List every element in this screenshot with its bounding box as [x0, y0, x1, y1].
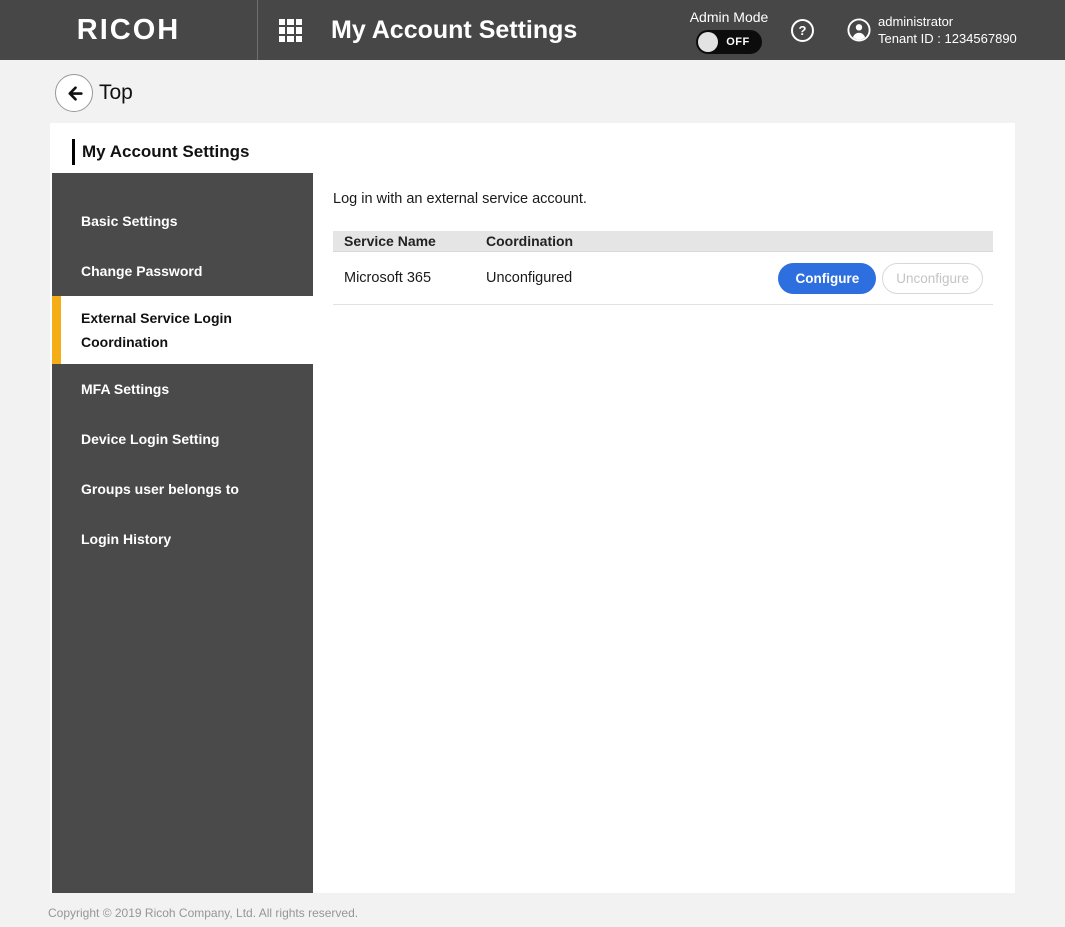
- sidebar-item-device-login-setting[interactable]: Device Login Setting: [52, 414, 313, 464]
- ricoh-logo: RICOH: [0, 0, 257, 60]
- service-name-cell: Microsoft 365: [333, 270, 486, 286]
- configure-button[interactable]: Configure: [778, 263, 876, 294]
- description-text: Log in with an external service account.: [333, 191, 587, 207]
- top-bar: RICOH My Account Settings Admin Mode OFF…: [0, 0, 1065, 60]
- table-header-row: Service Name Coordination: [333, 231, 993, 252]
- app-title: My Account Settings: [331, 0, 577, 60]
- arrow-left-icon: [64, 83, 85, 104]
- row-actions: Configure Unconfigure: [778, 263, 993, 294]
- copyright-text: Copyright © 2019 Ricoh Company, Ltd. All…: [48, 906, 358, 920]
- user-account-icon[interactable]: [847, 18, 871, 42]
- back-label[interactable]: Top: [99, 74, 133, 112]
- unconfigure-button: Unconfigure: [882, 263, 983, 294]
- help-icon[interactable]: ?: [791, 19, 814, 42]
- topbar-divider: [257, 0, 258, 60]
- admin-mode-control: Admin Mode OFF: [679, 8, 779, 54]
- coordination-status-cell: Unconfigured: [486, 270, 778, 286]
- sidebar-item-login-history[interactable]: Login History: [52, 514, 313, 564]
- page: RICOH My Account Settings Admin Mode OFF…: [0, 0, 1065, 927]
- user-name: administrator: [878, 13, 1017, 30]
- admin-mode-label: Admin Mode: [679, 8, 779, 26]
- page-title: My Account Settings: [72, 139, 250, 165]
- sidebar: Basic Settings Change Password External …: [52, 173, 313, 893]
- back-button[interactable]: [55, 74, 93, 112]
- toggle-knob-icon: [698, 32, 718, 52]
- sidebar-item-groups-user-belongs-to[interactable]: Groups user belongs to: [52, 464, 313, 514]
- settings-panel: My Account Settings Basic Settings Chang…: [50, 123, 1015, 893]
- user-info: administrator Tenant ID : 1234567890: [878, 13, 1017, 47]
- admin-mode-toggle[interactable]: OFF: [696, 30, 762, 54]
- sidebar-item-basic-settings[interactable]: Basic Settings: [52, 196, 313, 246]
- app-launcher-icon[interactable]: [279, 19, 302, 42]
- col-header-coordination: Coordination: [486, 233, 993, 249]
- sidebar-item-change-password[interactable]: Change Password: [52, 246, 313, 296]
- services-table: Service Name Coordination Microsoft 365 …: [333, 231, 993, 305]
- col-header-service-name: Service Name: [333, 233, 486, 249]
- table-row: Microsoft 365 Unconfigured Configure Unc…: [333, 252, 993, 305]
- sidebar-item-mfa-settings[interactable]: MFA Settings: [52, 364, 313, 414]
- sidebar-item-external-service-login-coordination[interactable]: External Service Login Coordination: [52, 296, 313, 364]
- tenant-id: Tenant ID : 1234567890: [878, 30, 1017, 47]
- admin-mode-state: OFF: [722, 30, 754, 54]
